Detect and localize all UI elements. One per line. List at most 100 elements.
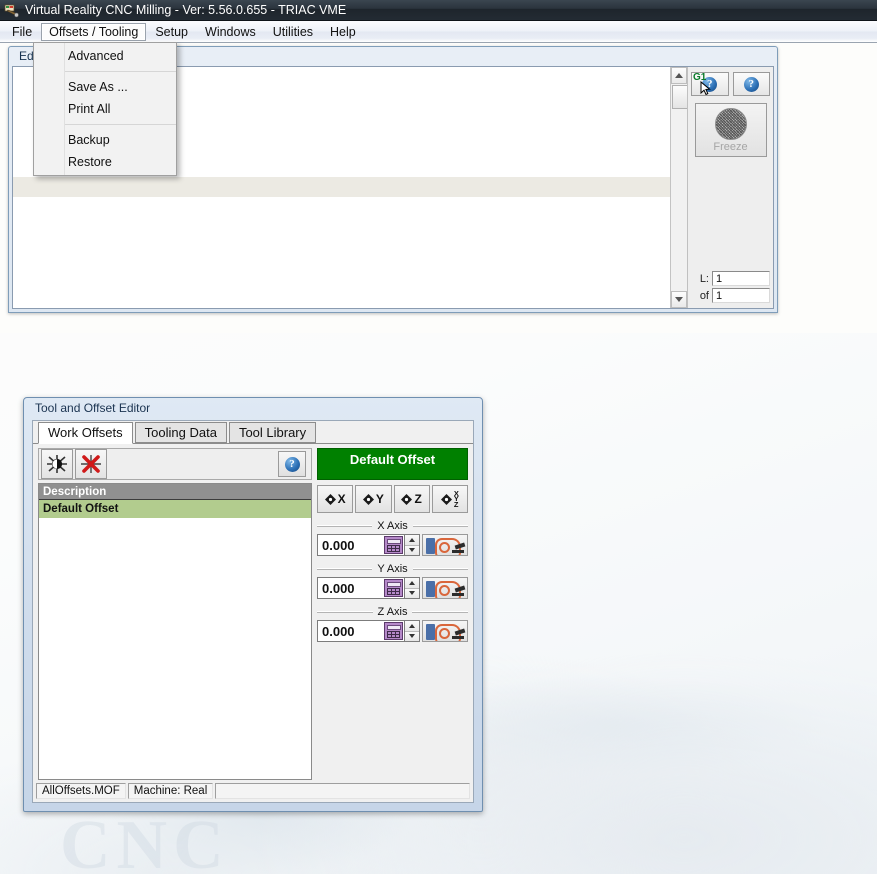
calculator-icon-x[interactable]: [384, 536, 403, 554]
editor-panel-button-row: G1 ? ?: [691, 72, 770, 96]
calc-screen-z: [386, 624, 401, 630]
cnc-milling-icon: [4, 3, 20, 18]
y-touch-off-button[interactable]: [422, 577, 468, 599]
z-touch-off-button[interactable]: [422, 620, 468, 642]
menu-bar: File Offsets / Tooling Setup Windows Uti…: [0, 21, 877, 43]
y-spin-down[interactable]: [405, 588, 419, 598]
x-touch-off-button[interactable]: [422, 534, 468, 556]
zero-xyz-z: Z: [453, 499, 459, 509]
editor-vertical-scrollbar[interactable]: [670, 67, 688, 308]
title-bar: Virtual Reality CNC Milling - Ver: 5.56.…: [0, 0, 877, 21]
menu-help[interactable]: Help: [322, 23, 364, 41]
z-spinner[interactable]: [405, 620, 420, 642]
scroll-up-button[interactable]: [671, 67, 687, 84]
menu-utilities[interactable]: Utilities: [265, 23, 321, 41]
spin-down-icon-y: [409, 591, 415, 596]
z-offset-value: 0.000: [322, 623, 355, 639]
x-offset-input[interactable]: 0.000: [317, 534, 405, 556]
x-offset-value: 0.000: [322, 537, 355, 553]
scroll-thumb[interactable]: [672, 85, 688, 109]
grid-header-description: Description: [39, 484, 311, 500]
menu-item-advanced[interactable]: Advanced: [34, 45, 176, 67]
y-spinner[interactable]: [405, 577, 420, 599]
y-offset-input[interactable]: 0.000: [317, 577, 405, 599]
tab-work-offsets[interactable]: Work Offsets: [38, 422, 133, 444]
calculator-icon-z[interactable]: [384, 622, 403, 640]
menu-file[interactable]: File: [4, 23, 40, 41]
tool-base-icon-y: [452, 593, 464, 596]
tool-editor-columns: ? Description Default Offset Default Off…: [33, 444, 473, 780]
set-datum-icon: [47, 455, 67, 473]
z-offset-input[interactable]: 0.000: [317, 620, 405, 642]
of-label: of: [699, 289, 709, 302]
status-file-name: AllOffsets.MOF: [36, 783, 126, 799]
of-row: of 1: [692, 288, 770, 303]
spin-up-icon-y: [409, 580, 415, 585]
delete-datum-button[interactable]: [75, 449, 107, 479]
table-row[interactable]: Default Offset: [39, 500, 311, 518]
editor-right-panel: G1 ? ? Freeze L: 1 of 1: [687, 67, 773, 308]
zero-y-label: Y: [375, 492, 384, 506]
tool-editor-caption: Tool and Offset Editor: [35, 401, 151, 415]
tab-tooling-data[interactable]: Tooling Data: [134, 422, 227, 443]
spin-up-icon-x: [409, 537, 415, 542]
legend-line-left-x: [317, 525, 373, 527]
menu-item-print-all[interactable]: Print All: [34, 98, 176, 120]
zero-x-button[interactable]: X: [317, 485, 354, 513]
g1-help-button[interactable]: G1 ?: [691, 72, 729, 96]
tool-circle-icon-z: [439, 628, 450, 639]
line-value-field[interactable]: 1: [712, 271, 770, 286]
menu-windows[interactable]: Windows: [197, 23, 264, 41]
legend-line-left-y: [317, 568, 373, 570]
zero-x-label: X: [337, 492, 346, 506]
menu-item-backup[interactable]: Backup: [34, 129, 176, 151]
wallpaper-watermark: CNC: [60, 807, 230, 874]
menu-item-restore[interactable]: Restore: [34, 151, 176, 173]
tool-and-offset-editor-dialog: Tool and Offset Editor Work Offsets Tool…: [23, 397, 483, 812]
x-spin-up[interactable]: [405, 535, 419, 546]
freeze-button[interactable]: Freeze: [694, 103, 767, 157]
offsets-help-button[interactable]: ?: [278, 451, 306, 477]
tool-editor-tabs: Work Offsets Tooling Data Tool Library: [33, 421, 473, 444]
tool-body-icon-z: [426, 624, 435, 640]
zero-z-label: Z: [414, 492, 422, 506]
zero-y-button[interactable]: Y: [355, 485, 392, 513]
zero-xyz-button[interactable]: X Y Z: [431, 485, 468, 513]
chevron-up-icon: [675, 73, 683, 78]
menu-offsets-tooling[interactable]: Offsets / Tooling: [41, 22, 147, 41]
axis-label-z: Z Axis: [377, 606, 408, 618]
calculator-icon-y[interactable]: [384, 579, 403, 597]
offsets-grid[interactable]: Description Default Offset: [38, 483, 312, 780]
mouse-cursor-icon: [700, 81, 711, 96]
x-spinner[interactable]: [405, 534, 420, 556]
tool-base-icon-x: [452, 550, 464, 553]
y-offset-value: 0.000: [322, 580, 355, 596]
tab-tool-library[interactable]: Tool Library: [228, 422, 317, 443]
menu-setup[interactable]: Setup: [147, 23, 196, 41]
scroll-down-button[interactable]: [671, 291, 687, 308]
legend-line-right-x: [412, 525, 469, 527]
menu-separator-2: [65, 124, 176, 125]
of-value-field[interactable]: 1: [712, 288, 770, 303]
z-spin-down[interactable]: [405, 631, 419, 641]
status-filler: [215, 783, 470, 799]
tool-body-icon-y: [426, 581, 435, 597]
help-orb-icon-3: ?: [284, 456, 300, 472]
tool-base-icon-z: [452, 636, 464, 639]
diamond-icon-xyz: [440, 493, 452, 505]
line-number-row: L: 1: [692, 271, 770, 286]
zero-z-button[interactable]: Z: [393, 485, 430, 513]
set-datum-button[interactable]: [41, 449, 73, 479]
axis-legend-x: X Axis: [317, 520, 469, 532]
axis-label-x: X Axis: [377, 520, 408, 532]
menu-item-save-as[interactable]: Save As ...: [34, 76, 176, 98]
x-spin-down[interactable]: [405, 545, 419, 555]
axis-group-y: Y Axis 0.000: [317, 563, 468, 599]
zero-buttons-row: X Y Z X Y Z: [317, 485, 468, 513]
z-spin-up[interactable]: [405, 621, 419, 632]
calc-keys-y: [387, 587, 400, 595]
axis-row-x: 0.000: [317, 534, 468, 556]
status-machine-mode: Machine: Real: [127, 783, 214, 799]
y-spin-up[interactable]: [405, 578, 419, 589]
help-button[interactable]: ?: [732, 72, 770, 96]
